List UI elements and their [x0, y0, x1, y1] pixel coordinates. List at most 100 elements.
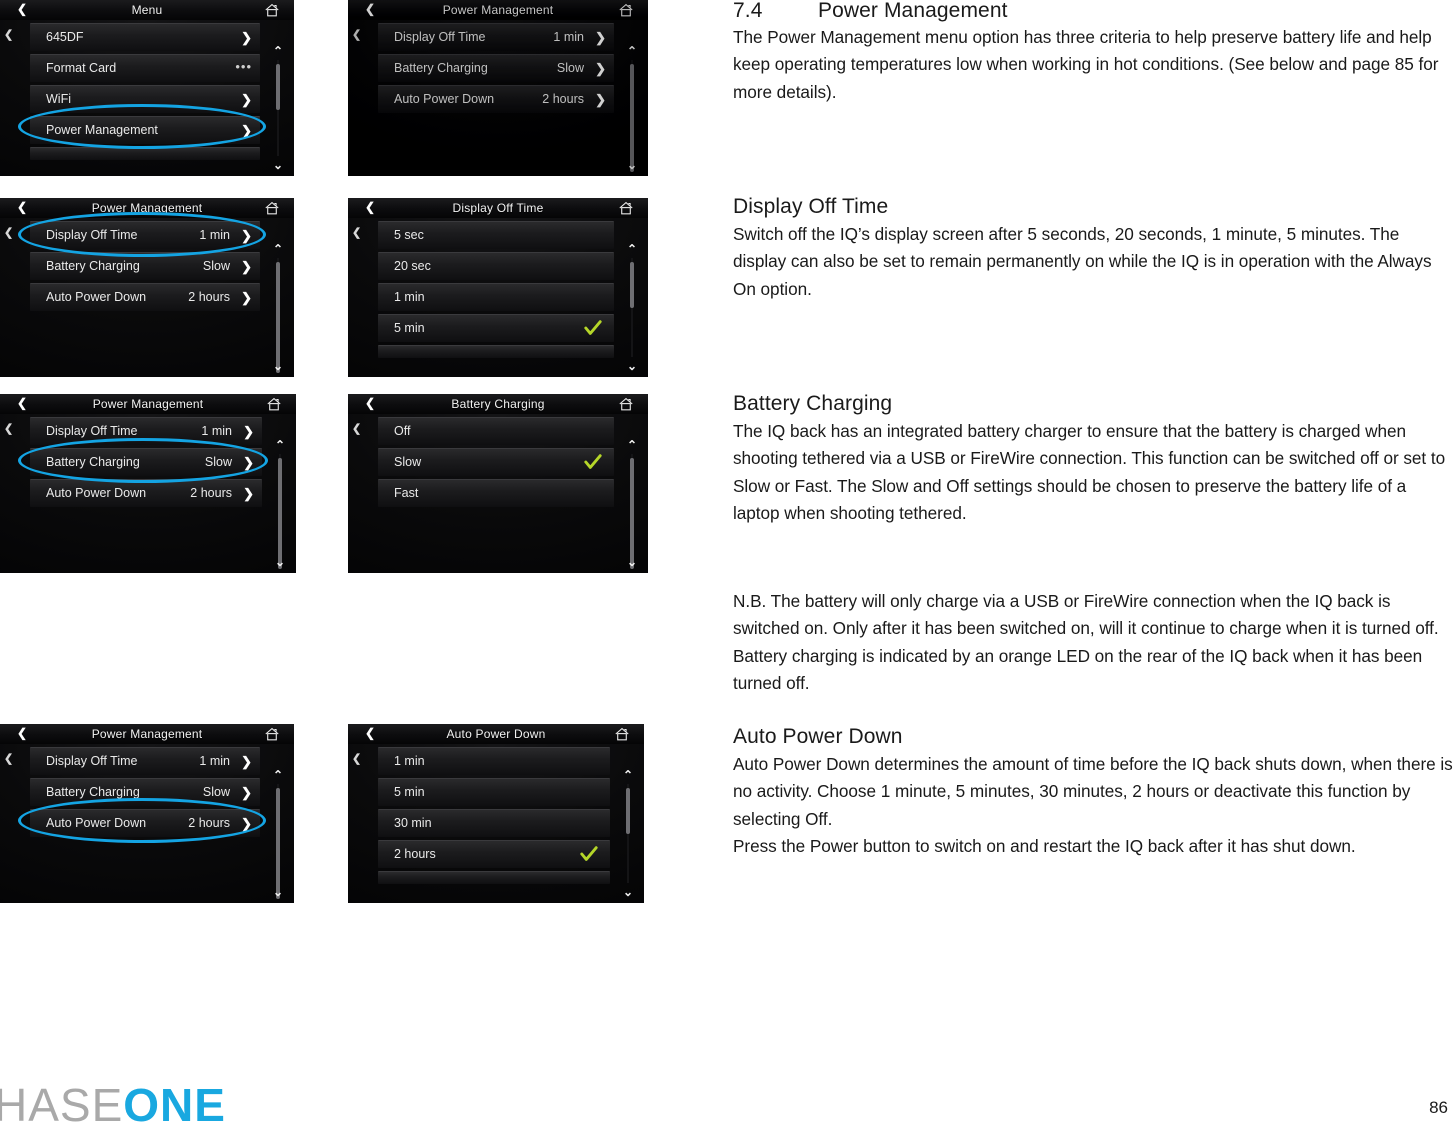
list-item-value: Slow — [202, 259, 230, 273]
scroll-down-icon[interactable] — [622, 359, 642, 373]
list-item[interactable]: Battery Charging Slow — [30, 778, 260, 806]
scrollbar[interactable] — [268, 242, 288, 373]
scrollbar-thumb[interactable] — [276, 262, 280, 373]
home-icon[interactable] — [264, 3, 280, 17]
list-item-label: Display Off Time — [46, 754, 138, 768]
scrollbar-thumb[interactable] — [276, 64, 280, 110]
section-heading-display-off-time: Display Off Time — [733, 195, 889, 218]
list-item[interactable]: Display Off Time 1 min — [30, 747, 260, 775]
list-item[interactable]: 1 min — [378, 747, 610, 775]
list-item[interactable]: 5 min — [378, 314, 614, 342]
scroll-up-icon[interactable] — [268, 44, 288, 58]
list-item[interactable]: Power Management — [30, 116, 260, 144]
list-item-label: Display Off Time — [46, 228, 138, 242]
home-icon[interactable] — [614, 727, 630, 741]
scroll-down-icon[interactable] — [618, 885, 638, 899]
home-icon[interactable] — [618, 397, 634, 411]
scrollbar[interactable] — [622, 44, 642, 172]
list-item[interactable]: 2 hours — [378, 840, 610, 868]
scrollbar[interactable] — [268, 768, 288, 899]
list-item-label: 1 min — [394, 290, 425, 304]
list-item[interactable]: 5 min — [378, 778, 610, 806]
scroll-up-icon[interactable] — [268, 242, 288, 256]
list-item[interactable]: Off — [378, 417, 614, 445]
list-item-partial[interactable] — [30, 147, 260, 160]
list-item-label: Battery Charging — [394, 61, 488, 75]
list-item-partial[interactable] — [378, 871, 610, 884]
scroll-up-icon[interactable] — [268, 768, 288, 782]
list-item[interactable]: Format Card ••• — [30, 54, 260, 82]
home-icon[interactable] — [264, 201, 280, 215]
screen-title: Auto Power Down — [446, 727, 546, 741]
list-item[interactable]: Slow — [378, 448, 614, 476]
scroll-up-icon[interactable] — [622, 438, 642, 452]
list-item[interactable]: Battery Charging Slow — [30, 252, 260, 280]
scroll-down-icon[interactable] — [270, 555, 290, 569]
scrollbar[interactable] — [622, 242, 642, 373]
list-item-label: 5 sec — [394, 228, 424, 242]
list-item[interactable]: 1 min — [378, 283, 614, 311]
chevron-left-icon[interactable] — [4, 28, 13, 41]
logo-text-blue: ONE — [123, 1079, 226, 1131]
list-item[interactable]: Display Off Time 1 min — [30, 221, 260, 249]
list-item-label: 645DF — [46, 30, 84, 44]
home-icon[interactable] — [618, 3, 634, 17]
list-item[interactable]: Fast — [378, 479, 614, 507]
list-item[interactable]: 5 sec — [378, 221, 614, 249]
chevron-left-icon[interactable] — [352, 226, 361, 239]
list-item[interactable]: Battery Charging Slow — [30, 448, 262, 476]
list-item[interactable]: Auto Power Down 2 hours — [30, 283, 260, 311]
list-item[interactable]: Auto Power Down 2 hours — [30, 809, 260, 837]
home-icon[interactable] — [618, 201, 634, 215]
scroll-up-icon[interactable] — [622, 44, 642, 58]
list-item-value: 1 min — [199, 754, 230, 768]
scroll-down-icon[interactable] — [622, 158, 642, 172]
scrollbar[interactable] — [268, 44, 288, 172]
scroll-down-icon[interactable] — [268, 158, 288, 172]
chevron-right-icon — [241, 86, 252, 113]
scroll-down-icon[interactable] — [622, 555, 642, 569]
screen-title: Power Management — [92, 397, 204, 411]
section-note: N.B. The battery will only charge via a … — [733, 588, 1456, 697]
list-item[interactable]: Display Off Time 1 min — [378, 23, 614, 51]
screen-title: Display Off Time — [452, 201, 544, 215]
list-item[interactable]: Display Off Time 1 min — [30, 417, 262, 445]
chevron-left-icon[interactable] — [4, 226, 13, 239]
scrollbar-thumb[interactable] — [276, 788, 280, 899]
scrollbar-thumb[interactable] — [630, 64, 634, 172]
chevron-right-icon — [241, 117, 252, 144]
scroll-up-icon[interactable] — [618, 768, 638, 782]
chevron-left-icon[interactable] — [352, 422, 361, 435]
list-item[interactable]: WiFi — [30, 85, 260, 113]
scrollbar-thumb[interactable] — [626, 788, 630, 834]
scrollbar[interactable] — [618, 768, 638, 899]
scrollbar-thumb[interactable] — [630, 262, 634, 308]
list-item[interactable]: Auto Power Down 2 hours — [30, 479, 262, 507]
scroll-up-icon[interactable] — [622, 242, 642, 256]
list-item-value: 1 min — [201, 424, 232, 438]
chevron-left-icon[interactable] — [4, 422, 13, 435]
chevron-left-icon[interactable] — [352, 752, 361, 765]
scroll-down-icon[interactable] — [268, 359, 288, 373]
scrollbar[interactable] — [622, 438, 642, 569]
scroll-down-icon[interactable] — [268, 885, 288, 899]
scrollbar-thumb[interactable] — [630, 458, 634, 569]
section-body: The Power Management menu option has thr… — [733, 27, 1439, 102]
screen-title: Menu — [131, 3, 163, 17]
list-item[interactable]: 645DF — [30, 23, 260, 51]
home-icon[interactable] — [266, 397, 282, 411]
list-item[interactable]: 20 sec — [378, 252, 614, 280]
scrollbar[interactable] — [270, 438, 290, 569]
list-item[interactable]: Auto Power Down 2 hours — [378, 85, 614, 113]
home-icon[interactable] — [264, 727, 280, 741]
list-item-partial[interactable] — [378, 345, 614, 358]
device-screen-power-management-overview: Power Management Display Off Time 1 min Bat… — [348, 0, 648, 176]
chevron-right-icon — [241, 748, 252, 775]
chevron-left-icon[interactable] — [352, 28, 361, 41]
list-item[interactable]: Battery Charging Slow — [378, 54, 614, 82]
list-item[interactable]: 30 min — [378, 809, 610, 837]
chevron-left-icon[interactable] — [4, 752, 13, 765]
scrollbar-thumb[interactable] — [278, 458, 282, 569]
scroll-up-icon[interactable] — [270, 438, 290, 452]
list-item-label: 5 min — [394, 785, 425, 799]
